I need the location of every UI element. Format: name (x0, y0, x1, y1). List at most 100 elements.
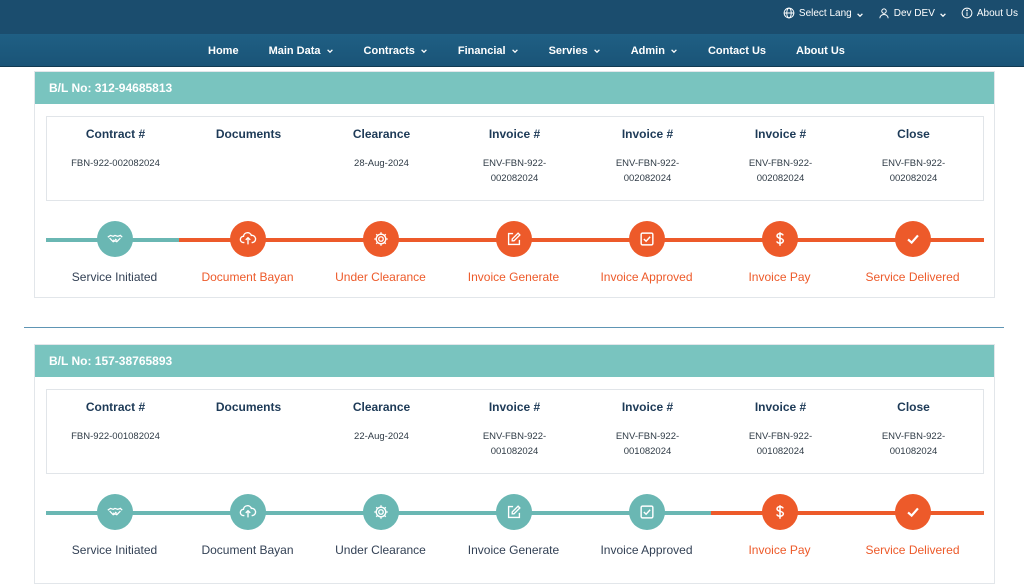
column-value: FBN-922-001082024 (49, 429, 182, 444)
step-service-initiated: Service Initiated (48, 221, 181, 284)
nav-label: Admin (630, 44, 665, 57)
cloud-upload-icon (229, 221, 266, 257)
info-column-close: Close ENV-FBN-922- 002082024 (847, 117, 980, 186)
value-line: ENV-FBN-922- (881, 158, 946, 169)
value-line: ENV-FBN-922- (482, 431, 547, 442)
value-line: ENV-FBN-922- (881, 431, 946, 442)
shipment-info-table: Contract # FBN-922-002082024 Documents Clea… (46, 116, 984, 201)
chevron-down-icon (420, 47, 428, 55)
step-label: Invoice Approved (600, 543, 693, 557)
value-line: 002082024 (889, 173, 938, 184)
step-label: Invoice Generate (467, 270, 560, 284)
value-line: 001082024 (889, 446, 938, 457)
column-value: ENV-FBN-922- 001082024 (847, 429, 980, 459)
utility-label: Dev DEV (893, 7, 935, 19)
step-service-initiated: Service Initiated (48, 494, 181, 557)
step-document-bayan: Document Bayan (181, 221, 314, 284)
nav-label: Contact Us (707, 44, 767, 57)
dollar-icon (761, 221, 798, 257)
edit-icon (495, 221, 532, 257)
nav-item-contact-us[interactable]: Contact Us (693, 34, 781, 67)
handshake-icon (96, 221, 133, 257)
column-value: ENV-FBN-922- 001082024 (714, 429, 847, 459)
value-line: 28-Aug-2024 (354, 158, 409, 169)
utility-menu: Select Lang Dev DEV About Us (783, 7, 1018, 19)
value-line: FBN-922-002082024 (71, 158, 160, 169)
column-value: ENV-FBN-922- 002082024 (847, 156, 980, 186)
nav-item-main-data[interactable]: Main Data (254, 34, 349, 67)
step-under-clearance: Under Clearance (314, 221, 447, 284)
nav-item-admin[interactable]: Admin (616, 34, 693, 67)
column-header: Invoice # (621, 127, 674, 141)
value-line: 001082024 (490, 446, 539, 457)
column-header: Contract # (85, 400, 146, 414)
nav-item-financial[interactable]: Financial (443, 34, 534, 67)
value-line: 22-Aug-2024 (354, 431, 409, 442)
value-line: ENV-FBN-922- (748, 158, 813, 169)
step-label: Service Initiated (71, 543, 158, 557)
chevron-down-icon (856, 9, 864, 18)
column-value: FBN-922-002082024 (49, 156, 182, 171)
cloud-upload-icon (229, 494, 266, 530)
step-label: Service Delivered (865, 270, 960, 284)
check-icon (894, 221, 931, 257)
shipment-card: B/L No: 312-94685813 Contract # FBN-922-00… (34, 71, 995, 298)
check-square-icon (628, 494, 665, 530)
column-value: ENV-FBN-922- 001082024 (448, 429, 581, 459)
utility-label: Select Lang (798, 7, 852, 19)
info-column-documents: Documents (182, 117, 315, 156)
step-label: Under Clearance (335, 543, 426, 557)
step-invoice-generate: Invoice Generate (447, 494, 580, 557)
user-icon (878, 7, 890, 19)
utility-select-lang[interactable]: Select Lang (783, 7, 864, 19)
nav-item-servies[interactable]: Servies (534, 34, 616, 67)
step-invoice-approved: Invoice Approved (580, 494, 713, 557)
bl-number: B/L No: 157-38765893 (35, 345, 994, 377)
info-column-clearance: Clearance 22-Aug-2024 (315, 390, 448, 444)
column-value: ENV-FBN-922- 001082024 (581, 429, 714, 459)
column-header: Invoice # (621, 400, 674, 414)
nav-item-contracts[interactable]: Contracts (349, 34, 443, 67)
info-column-documents: Documents (182, 390, 315, 429)
info-column-invoice: Invoice # ENV-FBN-922- 001082024 (448, 390, 581, 459)
nav-item-home[interactable]: Home (193, 34, 254, 67)
value-line: 001082024 (623, 446, 672, 457)
column-header: Close (897, 400, 930, 414)
check-icon (894, 494, 931, 530)
check-square-icon (628, 221, 665, 257)
step-label: Service Initiated (71, 270, 158, 284)
column-header: Contract # (85, 127, 146, 141)
dollar-icon (761, 494, 798, 530)
info-column-invoice: Invoice # ENV-FBN-922- 001082024 (714, 390, 847, 459)
utility-dev-dev[interactable]: Dev DEV (878, 7, 947, 19)
column-header: Clearance (352, 400, 411, 414)
nav-label: Home (208, 44, 239, 57)
value-line: 002082024 (756, 173, 805, 184)
nav-label: Servies (548, 44, 588, 57)
value-line: 001082024 (756, 446, 805, 457)
main-nav: Home Main Data Contracts Financial Servies Ad… (193, 34, 860, 67)
step-invoice-pay: Invoice Pay (713, 494, 846, 557)
globe-icon (783, 7, 795, 19)
utility-about-us[interactable]: About Us (961, 7, 1018, 19)
info-column-invoice: Invoice # ENV-FBN-922- 001082024 (581, 390, 714, 459)
column-header: Close (897, 127, 930, 141)
column-value: 28-Aug-2024 (315, 156, 448, 171)
chevron-down-icon (326, 47, 334, 55)
nav-item-about-us[interactable]: About Us (781, 34, 860, 67)
chevron-down-icon (511, 47, 519, 55)
step-label: Invoice Approved (600, 270, 693, 284)
step-label: Document Bayan (201, 543, 294, 557)
edit-icon (495, 494, 532, 530)
step-under-clearance: Under Clearance (314, 494, 447, 557)
nav-label: Financial (457, 44, 506, 57)
step-label: Under Clearance (335, 270, 426, 284)
step-label: Invoice Pay (748, 270, 811, 284)
value-line: ENV-FBN-922- (748, 431, 813, 442)
step-document-bayan: Document Bayan (181, 494, 314, 557)
shipment-info-table: Contract # FBN-922-001082024 Documents Clea… (46, 389, 984, 474)
nav-label: About Us (796, 44, 845, 57)
gear-icon (362, 221, 399, 257)
step-label: Invoice Pay (748, 543, 811, 557)
nav-label: Main Data (268, 44, 321, 57)
